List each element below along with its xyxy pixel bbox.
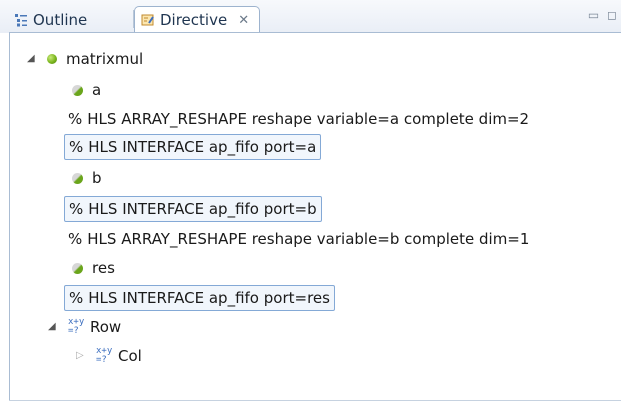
- tree-node-label: Col: [118, 347, 142, 365]
- minimize-maximize-icon[interactable]: ▭ ◻: [588, 8, 619, 22]
- tree-node-directive-selected[interactable]: % HLS INTERFACE ap_fifo port=b: [64, 196, 322, 222]
- variable-icon: [72, 172, 83, 184]
- tree-node-loop[interactable]: ◢ x+y =? Row: [48, 315, 121, 339]
- tab-outline-label: Outline: [33, 10, 88, 29]
- directive-prefix: %: [69, 200, 84, 218]
- panel-bottom-border: [9, 400, 621, 401]
- tab-directive[interactable]: Directive ✕: [134, 6, 260, 33]
- tree-node-directive-selected[interactable]: % HLS INTERFACE ap_fifo port=res: [64, 285, 335, 311]
- tree-node-label: HLS INTERFACE ap_fifo port=a: [88, 138, 317, 156]
- tree-node-directive-selected[interactable]: % HLS INTERFACE ap_fifo port=a: [64, 134, 322, 160]
- loop-icon: x+y =?: [68, 317, 85, 336]
- tree-node-label: HLS ARRAY_RESHAPE reshape variable=b com…: [87, 230, 530, 248]
- tree-root-row[interactable]: ◢ matrixmul: [27, 47, 143, 71]
- tree-root-label: matrixmul: [66, 50, 144, 68]
- tree-node-label: HLS INTERFACE ap_fifo port=b: [88, 200, 317, 218]
- tree-node-loop[interactable]: ▷ x+y =? Col: [76, 344, 142, 368]
- tree-node-variable[interactable]: res: [72, 256, 115, 280]
- variable-icon: [72, 84, 83, 96]
- tree-node-variable[interactable]: a: [72, 78, 101, 102]
- directive-prefix: %: [69, 138, 84, 156]
- tree-node-directive[interactable]: % HLS ARRAY_RESHAPE reshape variable=a c…: [68, 107, 529, 131]
- loop-icon: x+y =?: [96, 346, 113, 365]
- tree-node-variable[interactable]: b: [72, 166, 102, 190]
- tree-node-label: b: [92, 169, 102, 187]
- outline-icon: [14, 13, 28, 27]
- collapse-arrow-icon[interactable]: ▷: [76, 344, 88, 368]
- tree-node-label: HLS INTERFACE ap_fifo port=res: [88, 289, 330, 307]
- tab-directive-label: Directive: [160, 11, 228, 29]
- tab-outline[interactable]: Outline: [8, 6, 134, 33]
- close-icon[interactable]: ✕: [238, 13, 249, 28]
- tree-node-directive[interactable]: % HLS ARRAY_RESHAPE reshape variable=b c…: [68, 227, 529, 251]
- tree-node-label: HLS ARRAY_RESHAPE reshape variable=a com…: [87, 110, 530, 128]
- view-tab-bar: Outline Directive ✕ ▭ ◻: [0, 0, 621, 33]
- variable-icon: [72, 262, 83, 274]
- directive-prefix: %: [68, 110, 83, 128]
- tree-node-label: Row: [90, 318, 122, 336]
- tree-node-label: res: [92, 259, 115, 277]
- directive-icon: [141, 13, 155, 27]
- tree-node-label: a: [92, 81, 102, 99]
- expand-arrow-icon[interactable]: ◢: [27, 47, 39, 71]
- directive-prefix: %: [68, 230, 83, 248]
- function-icon: [47, 54, 57, 64]
- directive-prefix: %: [69, 289, 84, 307]
- expand-arrow-icon[interactable]: ◢: [48, 315, 60, 339]
